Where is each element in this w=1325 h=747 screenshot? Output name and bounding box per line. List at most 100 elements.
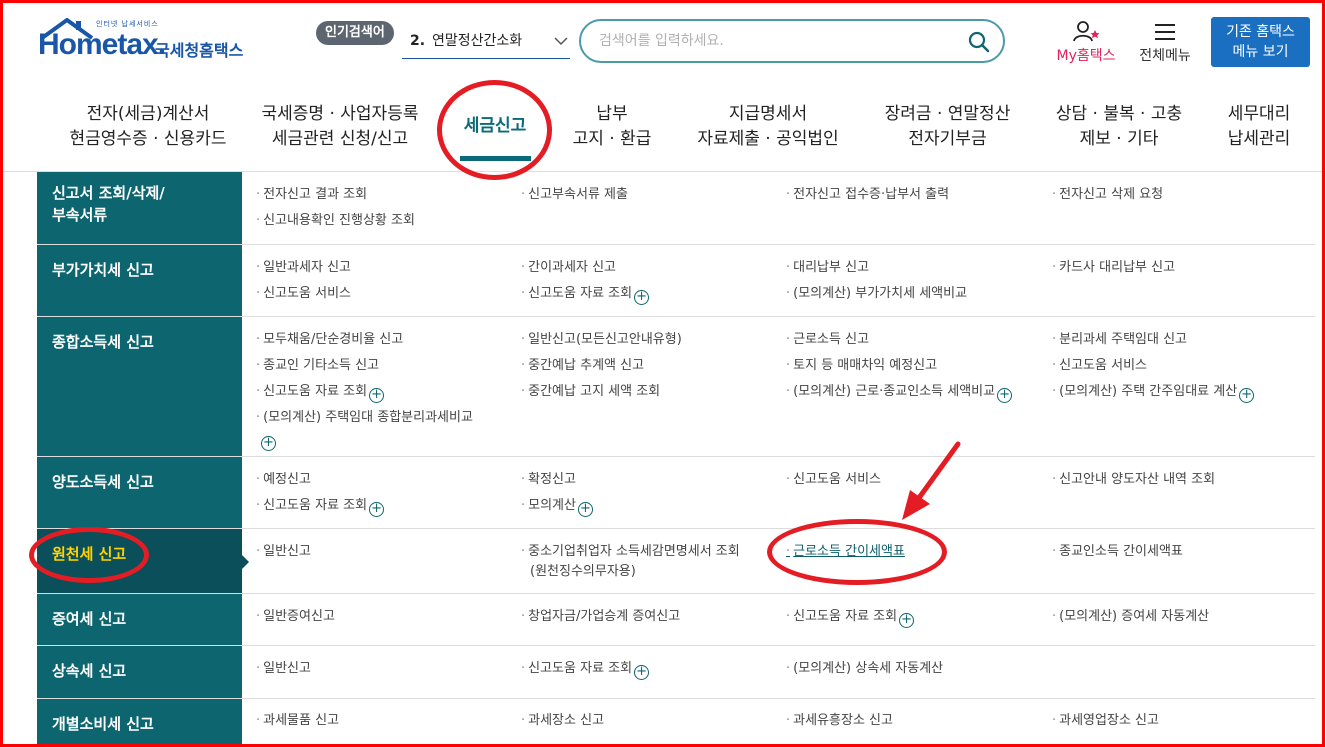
old-hometax-menu-button[interactable]: 기존 홈택스 메뉴 보기 <box>1211 17 1310 67</box>
menu-link[interactable]: · 신고도움 자료 조회 + <box>256 379 385 405</box>
menu-link-text: 전자신고 결과 조회 <box>263 187 368 202</box>
menu-category[interactable]: 부가가치세 신고 <box>37 245 242 316</box>
menu-link-sub: (원천징수의무자용) <box>530 559 636 585</box>
nav-payment-statement[interactable]: 지급명세서 자료제출 · 공익법인 <box>686 102 850 152</box>
menu-link[interactable]: · 과세장소 신고 <box>521 708 604 734</box>
menu-link[interactable]: · 신고안내 양도자산 내역 조회 <box>1052 467 1215 493</box>
menu-link[interactable]: · 일반신고(모든신고안내유형) <box>521 327 682 353</box>
menu-link-text: 예정신고 <box>263 472 311 487</box>
nav-tax-agent[interactable]: 세무대리 납세관리 <box>1218 102 1300 152</box>
expand-plus-icon[interactable]: + <box>997 388 1013 403</box>
menu-row: 신고서 조회/삭제/ 부속서류 · 전자신고 결과 조회 · 신고부속서류 제출 ·… <box>37 172 1315 245</box>
menu-link[interactable]: · (모의계산) 상속세 자동계산 <box>786 656 943 682</box>
menu-link[interactable]: · 근로소득 신고 <box>786 327 869 353</box>
menu-link[interactable]: · 신고부속서류 제출 <box>521 182 628 208</box>
logo-wordmark: Hometax. <box>38 28 166 61</box>
menu-category[interactable]: 상속세 신고 <box>37 646 242 698</box>
menu-link[interactable]: · 간이과세자 신고 <box>521 255 616 281</box>
nav-incentive[interactable]: 장려금 · 연말정산 전자기부금 <box>870 102 1025 152</box>
menu-link[interactable]: + <box>259 427 276 453</box>
menu-link[interactable]: · 신고도움 자료 조회 + <box>256 493 385 519</box>
menu-category-active[interactable]: 원천세 신고 <box>37 529 249 593</box>
expand-plus-icon[interactable]: + <box>634 665 650 680</box>
menu-link[interactable]: · (모의계산) 증여세 자동계산 <box>1052 604 1209 630</box>
menu-category[interactable]: 양도소득세 신고 <box>37 457 242 528</box>
menu-category-label: 개별소비세 신고 <box>52 715 154 733</box>
menu-link[interactable]: · 확정신고 <box>521 467 576 493</box>
menu-link[interactable]: · 모의계산 + <box>521 493 593 519</box>
nav-label: 현금영수증 · 신용카드 <box>69 129 227 149</box>
chevron-down-icon[interactable] <box>554 27 568 66</box>
nav-consult[interactable]: 상담 · 불복 · 고충 제보 · 기타 <box>1046 102 1192 152</box>
menu-category[interactable]: 개별소비세 신고 <box>37 699 242 747</box>
menu-row: 양도소득세 신고 · 예정신고 · 확정신고 · 신고도움 서비스 · 신고안내 양도자… <box>37 457 1315 529</box>
menu-link[interactable]: · 종교인소득 간이세액표 <box>1052 539 1183 565</box>
menu-link-text: 일반증여신고 <box>263 609 335 624</box>
nav-etax-invoice[interactable]: 전자(세금)계산서 현금영수증 · 신용카드 <box>58 102 238 152</box>
menu-link[interactable]: · (모의계산) 주택임대 종합분리과세비교 <box>256 405 473 431</box>
menu-link[interactable]: · 과세유흥장소 신고 <box>786 708 893 734</box>
menu-link[interactable]: · 신고도움 서비스 <box>786 467 881 493</box>
nav-tax-filing[interactable]: 세금신고 <box>450 114 540 139</box>
menu-link[interactable]: · 창업자금/가업승계 증여신고 <box>521 604 680 630</box>
menu-category[interactable]: 신고서 조회/삭제/ 부속서류 <box>37 172 242 244</box>
menu-link[interactable]: · 분리과세 주택임대 신고 <box>1052 327 1187 353</box>
nav-label: 상담 · 불복 · 고충 <box>1055 104 1183 124</box>
expand-plus-icon[interactable]: + <box>369 502 385 517</box>
menu-link[interactable]: · 신고도움 서비스 <box>1052 353 1147 379</box>
menu-category-label: 신고서 조회/삭제/ <box>52 184 165 202</box>
menu-link[interactable]: · 중간예납 고지 세액 조회 <box>521 379 660 405</box>
menu-link[interactable]: · 카드사 대리납부 신고 <box>1052 255 1175 281</box>
nav-label: 세무대리 <box>1227 104 1291 124</box>
menu-link[interactable]: · 일반신고 <box>256 656 311 682</box>
menu-link[interactable]: · 전자신고 삭제 요청 <box>1052 182 1163 208</box>
menu-category[interactable]: 증여세 신고 <box>37 594 242 645</box>
menu-link[interactable]: · 종교인 기타소득 신고 <box>256 353 379 379</box>
menu-link[interactable]: · 신고도움 자료 조회 + <box>786 604 915 630</box>
nav-certificate[interactable]: 국세증명 · 사업자등록 세금관련 신청/신고 <box>250 102 430 152</box>
nav-payment[interactable]: 납부 고지 · 환급 <box>562 102 662 152</box>
all-menu-button[interactable]: 전체메뉴 <box>1132 20 1198 68</box>
menu-link[interactable]: · 일반증여신고 <box>256 604 335 630</box>
menu-link[interactable]: · 일반과세자 신고 <box>256 255 351 281</box>
my-hometax-label: My홈택스 <box>1056 48 1116 64</box>
my-hometax-button[interactable]: My홈택스 <box>1050 20 1122 68</box>
menu-category[interactable]: 종합소득세 신고 <box>37 317 242 456</box>
expand-plus-icon[interactable]: + <box>577 502 593 517</box>
menu-link[interactable]: · 신고도움 자료 조회 + <box>521 656 650 682</box>
menu-link-text: 신고도움 자료 조회 <box>528 661 633 676</box>
search-input[interactable] <box>599 30 959 52</box>
expand-plus-icon[interactable]: + <box>634 290 650 305</box>
all-menu-label: 전체메뉴 <box>1139 48 1191 64</box>
menu-link[interactable]: · (모의계산) 주택 간주임대료 계산 + <box>1052 379 1255 405</box>
menu-link[interactable]: · 신고도움 자료 조회 + <box>521 281 650 307</box>
menu-link[interactable]: · 전자신고 접수증·납부서 출력 <box>786 182 949 208</box>
expand-plus-icon[interactable]: + <box>899 613 915 628</box>
menu-link[interactable]: · 과세영업장소 신고 <box>1052 708 1159 734</box>
menu-link[interactable]: · 모두채움/단순경비율 신고 <box>256 327 403 353</box>
expand-plus-icon[interactable]: + <box>1239 388 1255 403</box>
expand-plus-icon[interactable]: + <box>261 436 276 451</box>
hometax-logo[interactable]: 인터넷 납세서비스 Hometax. 국세청홈택스 <box>38 18 258 70</box>
menu-link[interactable]: · 전자신고 결과 조회 <box>256 182 367 208</box>
menu-category-label: 증여세 신고 <box>52 610 127 628</box>
menu-link[interactable]: · (모의계산) 근로·종교인소득 세액비교 + <box>786 379 1013 405</box>
expand-plus-icon[interactable]: + <box>369 388 385 403</box>
menu-link[interactable]: · 일반신고 <box>256 539 311 565</box>
menu-link[interactable]: · 신고도움 서비스 <box>256 281 351 307</box>
menu-link-highlighted[interactable]: · 근로소득 간이세액표 <box>786 539 905 565</box>
menu-link[interactable]: · (모의계산) 부가가치세 세액비교 <box>786 281 967 307</box>
menu-row: 증여세 신고 · 일반증여신고 · 창업자금/가업승계 증여신고 · 신고도움 자료 … <box>37 594 1315 646</box>
menu-link[interactable]: · 신고내용확인 진행상황 조회 <box>256 208 415 234</box>
menu-link[interactable]: · 토지 등 매매차익 예정신고 <box>786 353 937 379</box>
menu-link[interactable]: · 중간예납 추계액 신고 <box>521 353 644 379</box>
menu-link[interactable]: · 예정신고 <box>256 467 311 493</box>
menu-link-text: 간이과세자 신고 <box>528 260 616 275</box>
popular-search-select[interactable]: 2. 연말정산간소화 <box>402 27 570 59</box>
menu-link-text: 신고내용확인 진행상황 조회 <box>263 213 415 228</box>
menu-link[interactable]: · 과세물품 신고 <box>256 708 339 734</box>
menu-link[interactable]: · 대리납부 신고 <box>786 255 869 281</box>
nav-label: 납세관리 <box>1227 129 1291 149</box>
search-icon[interactable] <box>967 30 991 54</box>
menu-category-label: 원천세 신고 <box>52 545 127 563</box>
